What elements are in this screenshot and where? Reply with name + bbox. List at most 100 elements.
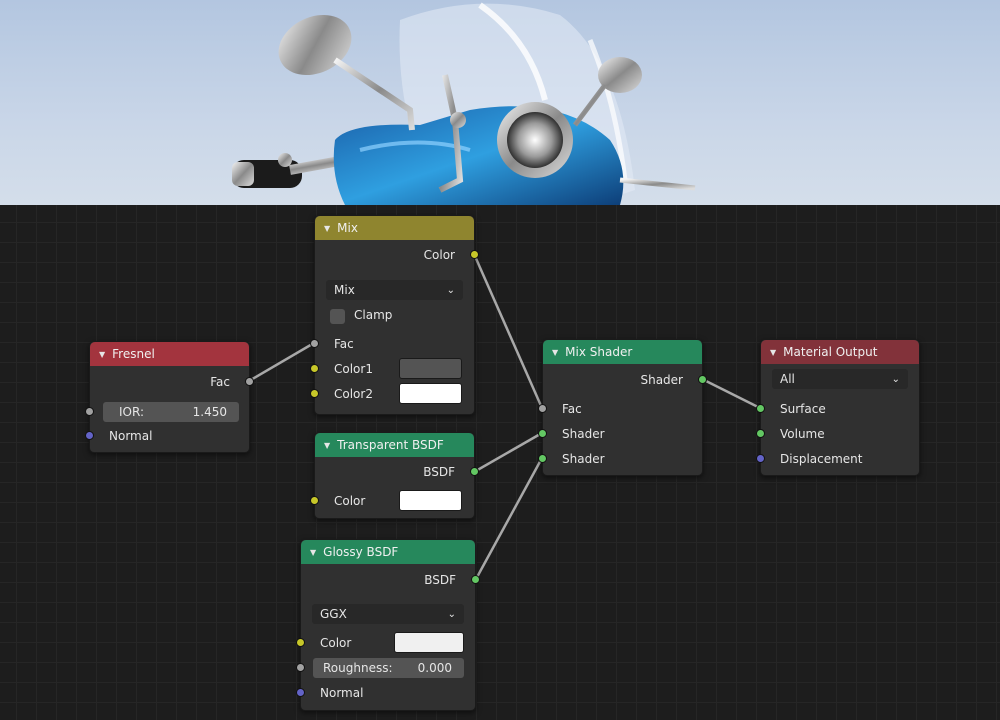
bsdf-output-socket[interactable] <box>470 467 479 476</box>
color-input-socket[interactable] <box>296 638 305 647</box>
collapse-triangle-icon[interactable]: ▼ <box>310 548 316 557</box>
blend-mode-dropdown[interactable]: Mix ⌄ <box>326 280 463 300</box>
glossy-output-bsdf: BSDF <box>301 570 480 590</box>
clamp-checkbox[interactable] <box>330 309 345 324</box>
color1-input-socket[interactable] <box>310 364 319 373</box>
fresnel-output-fac: Fac <box>90 372 254 392</box>
collapse-triangle-icon[interactable]: ▼ <box>324 441 330 450</box>
node-title: Material Output <box>783 345 878 359</box>
socket-label: Normal <box>320 686 364 700</box>
socket-label: Shader <box>640 373 683 387</box>
clamp-label: Clamp <box>354 308 393 322</box>
socket-label: Color <box>423 248 455 262</box>
color-output-socket[interactable] <box>470 250 479 259</box>
node-editor[interactable]: ▼ Mix Color Mix ⌄ Clamp Fac Color1 Color… <box>0 205 1000 720</box>
color2-swatch[interactable] <box>399 383 462 404</box>
chevron-down-icon: ⌄ <box>891 373 900 385</box>
mix-shader-node[interactable]: ▼ Mix Shader Shader Fac Shader Shader <box>538 339 707 476</box>
link-mixshader-to-output <box>701 377 761 410</box>
field-value: 0.000 <box>417 661 452 675</box>
socket-label: Surface <box>780 402 826 416</box>
material-output-header[interactable]: ▼ Material Output <box>761 340 919 364</box>
collapse-triangle-icon[interactable]: ▼ <box>552 348 558 357</box>
chevron-down-icon: ⌄ <box>446 284 455 296</box>
chevron-down-icon: ⌄ <box>447 608 456 620</box>
link-mix-to-mixshader-fac <box>472 253 544 409</box>
socket-label: Color2 <box>334 387 373 401</box>
socket-label: Color <box>334 494 366 508</box>
collapse-triangle-icon[interactable]: ▼ <box>99 350 105 359</box>
color1-swatch[interactable] <box>399 358 462 379</box>
fac-input-socket[interactable] <box>538 404 547 413</box>
fac-input-socket[interactable] <box>310 339 319 348</box>
socket-label: Shader <box>562 427 605 441</box>
render-preview <box>0 0 1000 205</box>
dropdown-value: All <box>780 372 795 386</box>
socket-label: Fac <box>334 337 354 351</box>
material-output-node[interactable]: ▼ Material Output All ⌄ Surface Volume D… <box>756 339 920 476</box>
roughness-field[interactable]: Roughness: 0.000 <box>313 658 464 678</box>
fresnel-node-header[interactable]: ▼ Fresnel <box>90 342 249 366</box>
mixshader-input-shader1: Shader <box>538 424 702 444</box>
glossy-input-normal: Normal <box>296 683 475 703</box>
transparent-output-bsdf: BSDF <box>315 462 479 482</box>
mix-node-header[interactable]: ▼ Mix <box>315 216 474 240</box>
shader2-input-socket[interactable] <box>538 454 547 463</box>
normal-input-socket[interactable] <box>85 431 94 440</box>
glossy-bsdf-node[interactable]: ▼ Glossy BSDF BSDF GGX ⌄ Color Roughness… <box>296 539 480 711</box>
mixshader-input-fac: Fac <box>538 399 702 419</box>
mix-output-color: Color <box>315 245 479 265</box>
volume-input-socket[interactable] <box>756 429 765 438</box>
bsdf-output-socket[interactable] <box>471 575 480 584</box>
scooter-render <box>232 2 696 205</box>
link-transparent-to-mixshader <box>473 431 543 474</box>
collapse-triangle-icon[interactable]: ▼ <box>324 224 330 233</box>
node-title: Fresnel <box>112 347 155 361</box>
socket-label: BSDF <box>424 573 456 587</box>
normal-input-socket[interactable] <box>296 688 305 697</box>
surface-input-socket[interactable] <box>756 404 765 413</box>
distribution-dropdown[interactable]: GGX ⌄ <box>312 604 464 624</box>
node-title: Mix <box>337 221 358 235</box>
socket-label: Color1 <box>334 362 373 376</box>
roughness-input-socket[interactable] <box>296 663 305 672</box>
mix-node[interactable]: ▼ Mix Color Mix ⌄ Clamp Fac Color1 Color… <box>310 215 479 415</box>
transparent-bsdf-header[interactable]: ▼ Transparent BSDF <box>315 433 474 457</box>
ior-input-socket[interactable] <box>85 407 94 416</box>
fresnel-input-normal: Normal <box>85 426 249 446</box>
glossy-bsdf-header[interactable]: ▼ Glossy BSDF <box>301 540 475 564</box>
output-input-volume: Volume <box>756 424 919 444</box>
mix-shader-header[interactable]: ▼ Mix Shader <box>543 340 702 364</box>
socket-label: Normal <box>109 429 153 443</box>
dropdown-value: Mix <box>334 283 355 297</box>
socket-label: Displacement <box>780 452 863 466</box>
collapse-triangle-icon[interactable]: ▼ <box>770 348 776 357</box>
node-title: Glossy BSDF <box>323 545 399 559</box>
socket-label: Color <box>320 636 352 650</box>
mixshader-input-shader2: Shader <box>538 449 702 469</box>
color-swatch[interactable] <box>394 632 464 653</box>
output-input-displacement: Displacement <box>756 449 919 469</box>
socket-label: Volume <box>780 427 825 441</box>
ior-field[interactable]: IOR: 1.450 <box>103 402 239 422</box>
transparent-bsdf-node[interactable]: ▼ Transparent BSDF BSDF Color <box>310 432 479 519</box>
socket-label: BSDF <box>423 465 455 479</box>
mixshader-output-shader: Shader <box>543 370 707 390</box>
color-swatch[interactable] <box>399 490 462 511</box>
socket-label: Fac <box>562 402 582 416</box>
color2-input-socket[interactable] <box>310 389 319 398</box>
displacement-input-socket[interactable] <box>756 454 765 463</box>
color-input-socket[interactable] <box>310 496 319 505</box>
shader1-input-socket[interactable] <box>538 429 547 438</box>
field-label: Roughness: <box>323 661 393 675</box>
socket-label: Fac <box>210 375 230 389</box>
target-dropdown[interactable]: All ⌄ <box>772 369 908 389</box>
link-fresnel-to-mix <box>248 341 315 383</box>
fac-output-socket[interactable] <box>245 377 254 386</box>
dropdown-value: GGX <box>320 607 347 621</box>
link-glossy-to-mixshader <box>474 457 544 580</box>
output-input-surface: Surface <box>756 399 919 419</box>
node-title: Transparent BSDF <box>337 438 444 452</box>
shader-output-socket[interactable] <box>698 375 707 384</box>
fresnel-node[interactable]: ▼ Fresnel Fac IOR: 1.450 Normal <box>85 341 254 453</box>
